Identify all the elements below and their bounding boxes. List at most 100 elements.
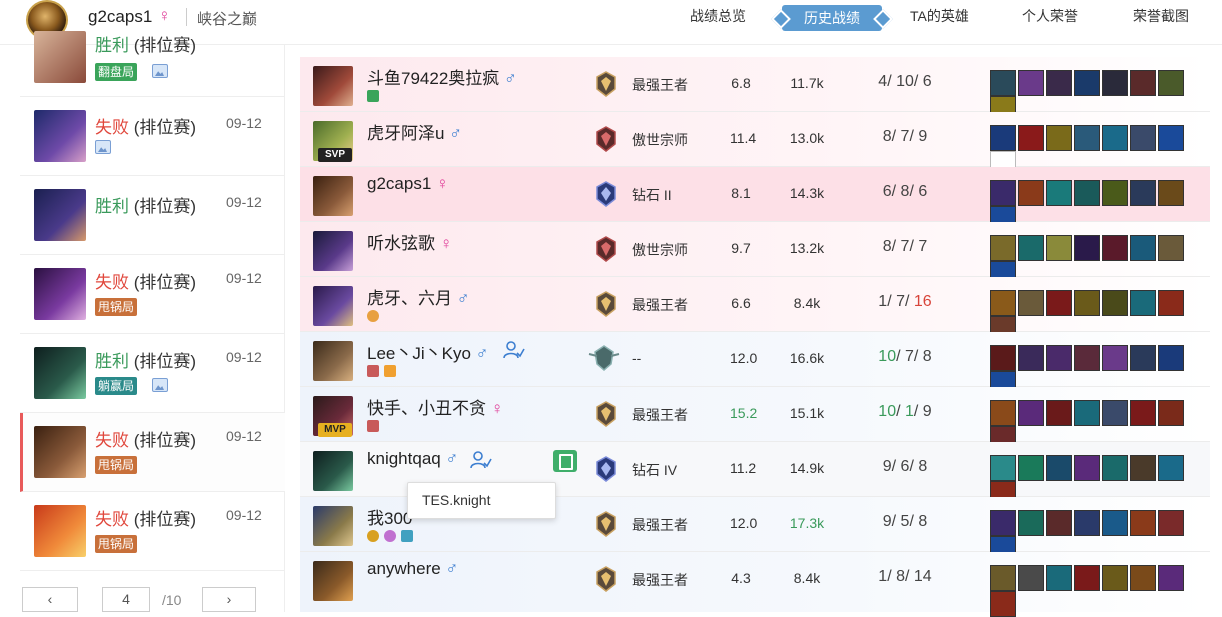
player-name[interactable]: Lee丶Ji丶Kyo ♂ — [367, 339, 488, 364]
item-icon[interactable] — [1102, 70, 1128, 96]
item-icon[interactable] — [1130, 290, 1156, 316]
tab-screenshots[interactable]: 荣誉截图 — [1133, 6, 1189, 26]
item-icon[interactable] — [1102, 510, 1128, 536]
item-icon[interactable] — [1130, 345, 1156, 371]
item-icon[interactable] — [1102, 235, 1128, 261]
item-icon[interactable] — [1158, 400, 1184, 426]
item-icon[interactable] — [990, 565, 1016, 591]
item-icon[interactable] — [1158, 290, 1184, 316]
item-icon[interactable] — [1130, 125, 1156, 151]
item-icon[interactable] — [1102, 455, 1128, 481]
item-icon[interactable] — [1158, 70, 1184, 96]
item-icon[interactable] — [1102, 125, 1128, 151]
item-icon[interactable] — [1074, 125, 1100, 151]
item-icon[interactable] — [1018, 125, 1044, 151]
item-icon[interactable] — [1018, 345, 1044, 371]
item-icon[interactable] — [1018, 290, 1044, 316]
match-list-item[interactable]: 失败 (排位赛) 09-12 甩锅局 — [20, 255, 285, 334]
item-icon[interactable] — [1046, 290, 1072, 316]
player-row-self[interactable]: g2caps1 ♀ 钻石 II 8.1 14.3k 6/ 8/ 6 — [300, 167, 1210, 232]
item-icon[interactable] — [1130, 400, 1156, 426]
player-row[interactable]: SVP 虎牙阿泽u ♂ 傲世宗师 11.4 13.0k 8/ 7/ 9 — [300, 112, 1210, 177]
item-icon[interactable] — [990, 455, 1016, 481]
prev-page-button[interactable]: ‹ — [22, 587, 78, 612]
item-icon[interactable] — [1158, 565, 1184, 591]
item-icon[interactable] — [1074, 565, 1100, 591]
item-icon[interactable] — [1046, 125, 1072, 151]
item-icon[interactable] — [990, 235, 1016, 261]
player-row[interactable]: 虎牙、六月 ♂ 最强王者 6.6 8.4k 1/ 7/ 16 — [300, 277, 1210, 342]
item-icon[interactable] — [990, 591, 1016, 617]
item-icon[interactable] — [1158, 125, 1184, 151]
image-icon[interactable] — [152, 64, 168, 78]
tab-overview[interactable]: 战绩总览 — [690, 6, 746, 26]
player-name[interactable]: anywhere ♂ — [367, 559, 458, 579]
item-icon[interactable] — [1074, 510, 1100, 536]
item-icon[interactable] — [1018, 235, 1044, 261]
player-row[interactable]: 斗鱼79422奥拉疯 ♂ 最强王者 6.8 11.7k 4/ 10/ 6 — [300, 57, 1210, 122]
player-row[interactable]: Lee丶Ji丶Kyo ♂ -- 12.0 16.6k 10/ 7/ 8 — [300, 332, 1210, 397]
item-icon[interactable] — [1074, 290, 1100, 316]
player-name[interactable]: knightqaq ♂ — [367, 449, 458, 469]
match-list-item[interactable]: 胜利 (排位赛) 09-12 躺赢局 — [20, 334, 285, 413]
match-list-item[interactable]: 胜利 (排位赛) 翻盘局 — [20, 18, 285, 97]
item-icon[interactable] — [1018, 510, 1044, 536]
item-icon[interactable] — [1074, 400, 1100, 426]
item-icon[interactable] — [1074, 70, 1100, 96]
tab-heroes[interactable]: TA的英雄 — [910, 6, 969, 26]
next-page-button[interactable]: › — [202, 587, 256, 612]
player-name[interactable]: 听水弦歌 ♀ — [367, 229, 452, 254]
item-icon[interactable] — [1018, 455, 1044, 481]
item-icon[interactable] — [1074, 235, 1100, 261]
item-icon[interactable] — [1074, 180, 1100, 206]
match-list-item[interactable]: 失败 (排位赛) 09-12 甩锅局 — [20, 492, 285, 571]
item-icon[interactable] — [1074, 345, 1100, 371]
player-name[interactable]: 快手、小丑不贪 ♀ — [367, 394, 503, 419]
player-row[interactable]: MVP 快手、小丑不贪 ♀ 最强王者 15.2 15.1k 10/ 1/ 9 — [300, 387, 1210, 452]
item-icon[interactable] — [1046, 180, 1072, 206]
item-icon[interactable] — [990, 290, 1016, 316]
player-name[interactable]: 斗鱼79422奥拉疯 ♂ — [367, 64, 517, 89]
item-icon[interactable] — [990, 125, 1016, 151]
item-icon[interactable] — [1018, 70, 1044, 96]
add-friend-icon[interactable] — [470, 451, 492, 469]
item-icon[interactable] — [990, 345, 1016, 371]
player-name[interactable]: g2caps1 ♀ — [367, 174, 449, 194]
player-row[interactable]: anywhere ♂ 最强王者 4.3 8.4k 1/ 8/ 14 — [300, 552, 1210, 617]
item-icon[interactable] — [1018, 180, 1044, 206]
player-row[interactable]: 听水弦歌 ♀ 傲世宗师 9.7 13.2k 8/ 7/ 7 — [300, 222, 1210, 287]
item-icon[interactable] — [1046, 70, 1072, 96]
item-icon[interactable] — [1046, 510, 1072, 536]
item-icon[interactable] — [1046, 565, 1072, 591]
item-icon[interactable] — [1046, 455, 1072, 481]
item-icon[interactable] — [1074, 455, 1100, 481]
item-icon[interactable] — [1158, 455, 1184, 481]
player-name[interactable]: 虎牙阿泽u ♂ — [367, 119, 462, 144]
item-icon[interactable] — [1130, 510, 1156, 536]
item-icon[interactable] — [1046, 235, 1072, 261]
item-icon[interactable] — [1158, 180, 1184, 206]
tab-history[interactable]: 历史战绩 — [782, 5, 882, 31]
item-icon[interactable] — [1102, 565, 1128, 591]
item-icon[interactable] — [1130, 235, 1156, 261]
item-icon[interactable] — [990, 510, 1016, 536]
item-icon[interactable] — [1102, 180, 1128, 206]
item-icon[interactable] — [1046, 345, 1072, 371]
item-icon[interactable] — [1102, 290, 1128, 316]
item-icon[interactable] — [1130, 565, 1156, 591]
match-list-item[interactable]: 胜利 (排位赛) 09-12 — [20, 176, 285, 255]
item-icon[interactable] — [1018, 565, 1044, 591]
item-icon[interactable] — [1102, 345, 1128, 371]
item-icon[interactable] — [990, 180, 1016, 206]
item-icon[interactable] — [1130, 455, 1156, 481]
player-name[interactable]: 我300 — [367, 504, 412, 529]
match-list-item-selected[interactable]: 失败 (排位赛) 09-12 甩锅局 — [20, 413, 285, 492]
page-number-input[interactable]: 4 — [102, 587, 150, 612]
item-icon[interactable] — [1158, 345, 1184, 371]
item-icon[interactable] — [1130, 70, 1156, 96]
player-name[interactable]: 虎牙、六月 ♂ — [367, 284, 469, 309]
item-icon[interactable] — [1158, 235, 1184, 261]
tab-honor[interactable]: 个人荣誉 — [1022, 6, 1078, 26]
item-icon[interactable] — [990, 400, 1016, 426]
item-icon[interactable] — [990, 70, 1016, 96]
